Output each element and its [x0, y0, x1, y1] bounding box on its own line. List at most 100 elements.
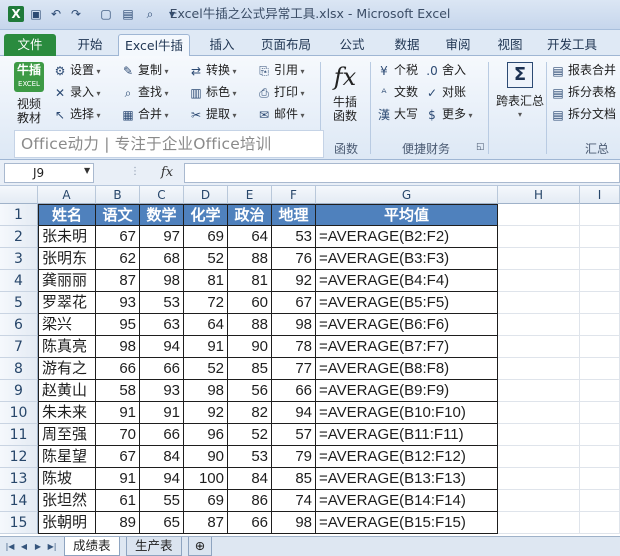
table-cell[interactable]: 95	[96, 314, 140, 336]
table-cell[interactable]: 72	[184, 292, 228, 314]
empty-cell[interactable]	[580, 402, 620, 424]
insert-sheet-icon[interactable]: ⊕	[188, 537, 212, 556]
empty-cell[interactable]	[498, 270, 580, 292]
tab-developer[interactable]: 开发工具	[536, 34, 608, 56]
table-cell[interactable]: 100	[184, 468, 228, 490]
extract-button[interactable]: ✂ 提取 ▾	[188, 104, 237, 124]
table-cell[interactable]: 98	[96, 336, 140, 358]
table-cell[interactable]: 96	[184, 424, 228, 446]
table-cell[interactable]: 84	[140, 446, 184, 468]
table-cell[interactable]: =AVERAGE(B15:F15)	[316, 512, 498, 534]
empty-cell[interactable]	[498, 468, 580, 490]
table-cell[interactable]: 陈坡	[38, 468, 96, 490]
column-header[interactable]: E	[228, 186, 272, 204]
table-cell[interactable]: 52	[184, 358, 228, 380]
table-cell[interactable]: 68	[140, 248, 184, 270]
table-cell[interactable]: 57	[272, 424, 316, 446]
table-cell[interactable]: 龚丽丽	[38, 270, 96, 292]
header-cell[interactable]: 数学	[140, 204, 184, 226]
empty-cell[interactable]	[580, 468, 620, 490]
table-cell[interactable]: =AVERAGE(B11:F11)	[316, 424, 498, 446]
formula-bar-splitter-icon[interactable]: ⋮	[130, 166, 140, 177]
last-sheet-icon[interactable]: ▶|	[46, 539, 58, 554]
table-cell[interactable]: 67	[272, 292, 316, 314]
empty-cell[interactable]	[580, 336, 620, 358]
table-cell[interactable]: 65	[140, 512, 184, 534]
table-cell[interactable]: 56	[228, 380, 272, 402]
table-cell[interactable]: 98	[140, 270, 184, 292]
empty-cell[interactable]	[498, 248, 580, 270]
empty-cell[interactable]	[580, 446, 620, 468]
table-cell[interactable]: 94	[272, 402, 316, 424]
table-cell[interactable]: =AVERAGE(B7:F7)	[316, 336, 498, 358]
row-header[interactable]: 7	[0, 336, 38, 358]
table-cell[interactable]: 89	[96, 512, 140, 534]
split-table-button[interactable]: ▤ 拆分表格	[550, 82, 616, 102]
tax-button[interactable]: ¥ 个税	[376, 60, 418, 80]
empty-cell[interactable]	[498, 512, 580, 534]
empty-cell[interactable]	[580, 512, 620, 534]
niucha-functions-button[interactable]: fx 牛插 函数	[328, 62, 362, 123]
table-cell[interactable]: 69	[184, 490, 228, 512]
convert-button[interactable]: ⇄ 转换 ▾	[188, 60, 237, 80]
table-cell[interactable]: 85	[228, 358, 272, 380]
table-cell[interactable]: 52	[228, 424, 272, 446]
table-cell[interactable]: 91	[96, 468, 140, 490]
table-cell[interactable]: 97	[140, 226, 184, 248]
table-cell[interactable]: 罗翠花	[38, 292, 96, 314]
table-cell[interactable]: 90	[184, 446, 228, 468]
column-header[interactable]: F	[272, 186, 316, 204]
table-cell[interactable]: 93	[140, 380, 184, 402]
empty-cell[interactable]	[580, 248, 620, 270]
table-cell[interactable]: 张未明	[38, 226, 96, 248]
empty-cell[interactable]	[580, 424, 620, 446]
row-header[interactable]: 10	[0, 402, 38, 424]
table-cell[interactable]: 52	[184, 248, 228, 270]
empty-cell[interactable]	[498, 402, 580, 424]
empty-cell[interactable]	[580, 270, 620, 292]
table-cell[interactable]: =AVERAGE(B9:F9)	[316, 380, 498, 402]
table-cell[interactable]: 60	[228, 292, 272, 314]
sheet-tab-scores[interactable]: 成绩表	[64, 537, 120, 556]
table-cell[interactable]: 81	[184, 270, 228, 292]
table-cell[interactable]: 81	[228, 270, 272, 292]
table-cell[interactable]: 游有之	[38, 358, 96, 380]
table-cell[interactable]: 周至强	[38, 424, 96, 446]
find-button[interactable]: ⌕ 查找 ▾	[120, 82, 169, 102]
table-cell[interactable]: 58	[96, 380, 140, 402]
header-cell[interactable]: 化学	[184, 204, 228, 226]
niucha-video-button[interactable]: 牛插 EXCEL 视频 教材	[12, 62, 46, 125]
row-header[interactable]: 13	[0, 468, 38, 490]
row-header[interactable]: 3	[0, 248, 38, 270]
table-cell[interactable]: 88	[228, 248, 272, 270]
table-cell[interactable]: 张明东	[38, 248, 96, 270]
table-cell[interactable]: 梁兴	[38, 314, 96, 336]
table-cell[interactable]: =AVERAGE(B4:F4)	[316, 270, 498, 292]
table-cell[interactable]: 朱未来	[38, 402, 96, 424]
column-header[interactable]: C	[140, 186, 184, 204]
table-cell[interactable]: 92	[272, 270, 316, 292]
column-header[interactable]: I	[580, 186, 620, 204]
table-cell[interactable]: 84	[228, 468, 272, 490]
row-header[interactable]: 15	[0, 512, 38, 534]
empty-cell[interactable]	[498, 446, 580, 468]
input-button[interactable]: ✕ 录入 ▾	[52, 82, 101, 102]
tab-review[interactable]: 审阅	[434, 34, 482, 56]
header-cell[interactable]: 姓名	[38, 204, 96, 226]
table-cell[interactable]: 55	[140, 490, 184, 512]
row-header[interactable]: 6	[0, 314, 38, 336]
tab-file[interactable]: 文件	[4, 34, 56, 56]
table-cell[interactable]: 78	[272, 336, 316, 358]
tab-page-layout[interactable]: 页面布局	[250, 34, 322, 56]
table-cell[interactable]: 77	[272, 358, 316, 380]
table-cell[interactable]: 53	[228, 446, 272, 468]
empty-cell[interactable]	[580, 314, 620, 336]
uppercase-button[interactable]: 漢大写	[376, 104, 418, 124]
empty-cell[interactable]	[498, 226, 580, 248]
table-cell[interactable]: =AVERAGE(B8:F8)	[316, 358, 498, 380]
column-header[interactable]: G	[316, 186, 498, 204]
empty-cell[interactable]	[580, 490, 620, 512]
table-cell[interactable]: 87	[184, 512, 228, 534]
table-cell[interactable]: 53	[272, 226, 316, 248]
table-cell[interactable]: =AVERAGE(B12:F12)	[316, 446, 498, 468]
